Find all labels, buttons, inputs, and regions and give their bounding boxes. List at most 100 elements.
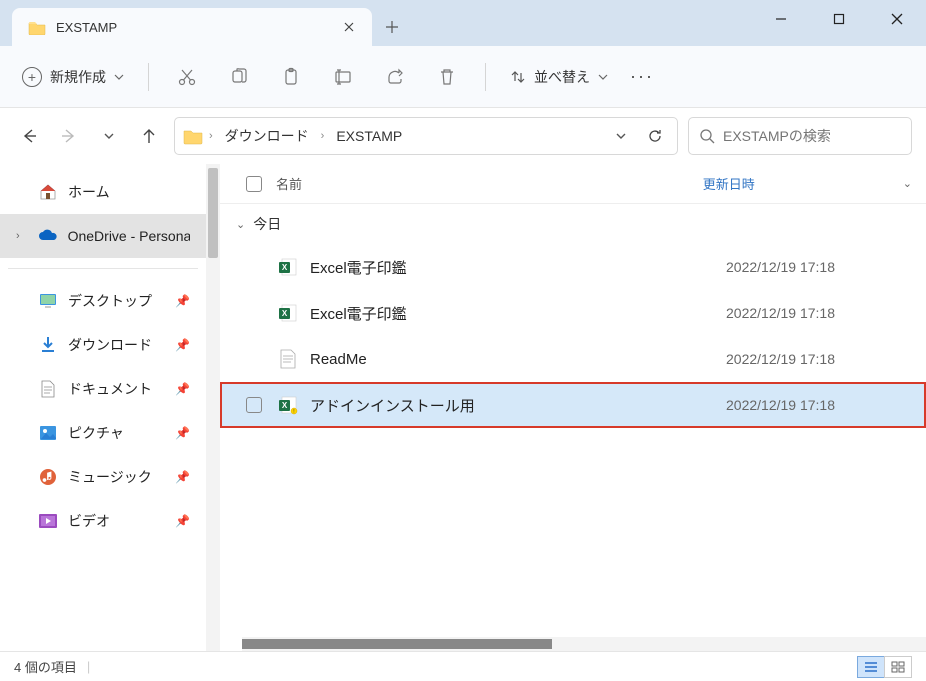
plus-circle-icon: + [22, 67, 42, 87]
cut-button[interactable] [163, 57, 211, 97]
select-all-checkbox[interactable] [246, 176, 262, 192]
window-controls [752, 0, 926, 38]
file-row[interactable]: ReadMe 2022/12/19 17:18 [220, 336, 926, 382]
sidebar-item-pictures[interactable]: ピクチャ 📌 [0, 411, 206, 455]
sort-icon [510, 69, 526, 85]
search-input[interactable] [723, 128, 904, 144]
desktop-icon [38, 291, 58, 311]
file-date: 2022/12/19 17:18 [726, 259, 926, 275]
more-button[interactable]: ··· [622, 66, 662, 87]
sidebar-label: デスクトップ [68, 291, 152, 311]
file-row[interactable]: X! アドインインストール用 2022/12/19 17:18 [220, 382, 926, 428]
svg-text:X: X [282, 263, 288, 272]
horizontal-scrollbar[interactable] [242, 637, 926, 651]
paste-button[interactable] [267, 57, 315, 97]
file-list: 名前 更新日時 ⌄ ⌄ 今日 X Excel電子印鑑 2022/12/19 17… [220, 164, 926, 651]
tab-close-button[interactable] [342, 20, 356, 34]
address-bar[interactable]: › ダウンロード › EXSTAMP [174, 117, 678, 155]
separator [485, 63, 486, 91]
sort-button[interactable]: 並べ替え [500, 61, 618, 93]
sidebar-item-music[interactable]: ミュージック 📌 [0, 455, 206, 499]
chevron-down-icon: ⌄ [903, 177, 912, 190]
group-today[interactable]: ⌄ 今日 [220, 204, 926, 244]
titlebar: EXSTAMP [0, 0, 926, 46]
file-name: アドインインストール用 [310, 395, 726, 416]
statusbar: 4 個の項目 | [0, 651, 926, 681]
chevron-right-icon[interactable]: › [209, 130, 213, 142]
close-button[interactable] [868, 0, 926, 38]
sidebar-label: ミュージック [68, 467, 152, 487]
chevron-down-icon [114, 72, 124, 82]
sidebar-label: ピクチャ [68, 423, 124, 443]
new-button[interactable]: + 新規作成 [12, 61, 134, 93]
item-count: 4 個の項目 [14, 657, 77, 676]
sidebar: ホーム › OneDrive - Personal デスクトップ 📌 ダウンロー… [0, 164, 206, 651]
sidebar-label: ダウンロード [68, 335, 152, 355]
download-icon [38, 335, 58, 355]
sidebar-item-onedrive[interactable]: › OneDrive - Personal [0, 214, 206, 258]
column-headers: 名前 更新日時 ⌄ [220, 164, 926, 204]
scroll-thumb[interactable] [242, 639, 552, 649]
tab-title: EXSTAMP [56, 20, 332, 35]
pin-icon: 📌 [175, 470, 190, 484]
chevron-right-icon[interactable]: › [321, 130, 325, 142]
delete-button[interactable] [423, 57, 471, 97]
back-button[interactable] [14, 121, 44, 151]
forward-button[interactable] [54, 121, 84, 151]
file-row[interactable]: X Excel電子印鑑 2022/12/19 17:18 [220, 290, 926, 336]
breadcrumb-exstamp[interactable]: EXSTAMP [330, 124, 408, 148]
toolbar: + 新規作成 並べ替え ··· [0, 46, 926, 108]
search-icon [699, 128, 715, 144]
excel-addin-icon: X [276, 257, 300, 277]
svg-text:X: X [282, 401, 288, 410]
search-box[interactable] [688, 117, 912, 155]
copy-button[interactable] [215, 57, 263, 97]
up-button[interactable] [134, 121, 164, 151]
content-wrap: 名前 更新日時 ⌄ ⌄ 今日 X Excel電子印鑑 2022/12/19 17… [206, 164, 926, 651]
svg-text:!: ! [293, 409, 294, 415]
sort-label: 並べ替え [534, 67, 590, 87]
file-name: Excel電子印鑑 [310, 257, 726, 278]
breadcrumb-downloads[interactable]: ダウンロード [219, 122, 315, 150]
column-date[interactable]: 更新日時 [703, 174, 903, 193]
pin-icon: 📌 [175, 294, 190, 308]
text-file-icon [276, 349, 300, 369]
music-icon [38, 467, 58, 487]
pin-icon: 📌 [175, 382, 190, 396]
sidebar-label: ビデオ [68, 511, 110, 531]
details-view-button[interactable] [857, 656, 885, 678]
refresh-button[interactable] [641, 122, 669, 150]
column-name[interactable]: 名前 [276, 174, 703, 193]
chevron-right-icon[interactable]: › [16, 230, 28, 242]
file-checkbox[interactable] [246, 397, 262, 413]
scroll-thumb[interactable] [208, 168, 218, 258]
recent-button[interactable] [94, 121, 124, 151]
file-date: 2022/12/19 17:18 [726, 397, 926, 413]
sidebar-item-desktop[interactable]: デスクトップ 📌 [0, 279, 206, 323]
share-button[interactable] [371, 57, 419, 97]
folder-icon [183, 128, 203, 145]
sidebar-item-home[interactable]: ホーム [0, 170, 206, 214]
sidebar-item-videos[interactable]: ビデオ 📌 [0, 499, 206, 543]
svg-text:X: X [282, 309, 288, 318]
sidebar-item-documents[interactable]: ドキュメント 📌 [0, 367, 206, 411]
sidebar-label: ドキュメント [68, 379, 152, 399]
file-date: 2022/12/19 17:18 [726, 351, 926, 367]
vertical-scrollbar[interactable] [206, 164, 220, 651]
separator [148, 63, 149, 91]
tab-exstamp[interactable]: EXSTAMP [12, 8, 372, 46]
pin-icon: 📌 [175, 514, 190, 528]
rename-button[interactable] [319, 57, 367, 97]
minimize-button[interactable] [752, 0, 810, 38]
file-date: 2022/12/19 17:18 [726, 305, 926, 321]
new-tab-button[interactable] [372, 8, 412, 46]
maximize-button[interactable] [810, 0, 868, 38]
group-label: 今日 [253, 214, 281, 234]
file-row[interactable]: X Excel電子印鑑 2022/12/19 17:18 [220, 244, 926, 290]
pictures-icon [38, 423, 58, 443]
sidebar-item-downloads[interactable]: ダウンロード 📌 [0, 323, 206, 367]
sidebar-label: ホーム [68, 182, 110, 202]
large-icons-view-button[interactable] [884, 656, 912, 678]
address-dropdown-button[interactable] [607, 122, 635, 150]
excel-icon: X [276, 303, 300, 323]
